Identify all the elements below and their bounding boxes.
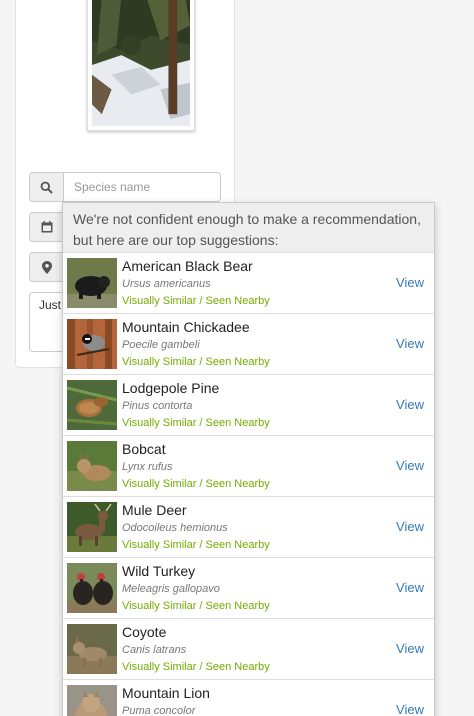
suggestion-item[interactable]: Coyote Canis latrans Visually Similar / … (63, 619, 434, 680)
view-link[interactable]: View (396, 580, 424, 595)
view-link[interactable]: View (396, 397, 424, 412)
species-thumbnail (67, 685, 117, 716)
scientific-name: Poecile gambeli (122, 339, 200, 351)
suggestion-basis: Visually Similar / Seen Nearby (122, 417, 270, 429)
scientific-name: Ursus americanus (122, 278, 211, 290)
calendar-icon (29, 212, 63, 242)
scientific-name: Odocoileus hemionus (122, 522, 228, 534)
scientific-name: Puma concolor (122, 705, 196, 716)
common-name: Mountain Lion (122, 685, 210, 701)
observation-photo[interactable] (87, 0, 195, 131)
common-name: Mule Deer (122, 502, 187, 518)
suggestion-basis: Visually Similar / Seen Nearby (122, 478, 270, 490)
scientific-name: Pinus contorta (122, 400, 193, 412)
view-link[interactable]: View (396, 336, 424, 351)
species-thumbnail (67, 319, 117, 369)
species-thumbnail (67, 380, 117, 430)
scientific-name: Lynx rufus (122, 461, 173, 473)
view-link[interactable]: View (396, 702, 424, 716)
suggestion-basis: Visually Similar / Seen Nearby (122, 661, 270, 673)
suggestion-basis: Visually Similar / Seen Nearby (122, 600, 270, 612)
view-link[interactable]: View (396, 519, 424, 534)
scientific-name: Canis latrans (122, 644, 187, 656)
species-suggestions-dropdown: We're not confident enough to make a rec… (62, 202, 435, 716)
scientific-name: Meleagris gallopavo (122, 583, 220, 595)
view-link[interactable]: View (396, 275, 424, 290)
suggestion-item[interactable]: Mountain Chickadee Poecile gambeli Visua… (63, 314, 434, 375)
common-name: Wild Turkey (122, 563, 196, 579)
suggestion-basis: Visually Similar / Seen Nearby (122, 539, 270, 551)
species-name-input[interactable]: Species name (63, 172, 221, 202)
suggestion-basis: Visually Similar / Seen Nearby (122, 295, 270, 307)
suggestion-item[interactable]: American Black Bear Ursus americanus Vis… (63, 253, 434, 314)
species-thumbnail (67, 502, 117, 552)
common-name: Coyote (122, 624, 167, 640)
photo-image (92, 0, 190, 126)
common-name: Mountain Chickadee (122, 319, 250, 335)
species-thumbnail (67, 441, 117, 491)
search-icon (29, 172, 63, 202)
common-name: American Black Bear (122, 258, 253, 274)
suggestion-item[interactable]: Mule Deer Odocoileus hemionus Visually S… (63, 497, 434, 558)
map-marker-icon (29, 252, 63, 282)
common-name: Lodgepole Pine (122, 380, 220, 396)
suggestions-header: We're not confident enough to make a rec… (63, 203, 434, 253)
suggestion-basis: Visually Similar / Seen Nearby (122, 356, 270, 368)
suggestion-item[interactable]: Mountain Lion Puma concolor View (63, 680, 434, 716)
species-thumbnail (67, 563, 117, 613)
common-name: Bobcat (122, 441, 166, 457)
suggestion-item[interactable]: Wild Turkey Meleagris gallopavo Visually… (63, 558, 434, 619)
view-link[interactable]: View (396, 458, 424, 473)
species-input-group: Species name (29, 172, 221, 202)
view-link[interactable]: View (396, 641, 424, 656)
species-thumbnail (67, 258, 117, 308)
suggestion-item[interactable]: Bobcat Lynx rufus Visually Similar / See… (63, 436, 434, 497)
species-thumbnail (67, 624, 117, 674)
suggestion-item[interactable]: Lodgepole Pine Pinus contorta Visually S… (63, 375, 434, 436)
